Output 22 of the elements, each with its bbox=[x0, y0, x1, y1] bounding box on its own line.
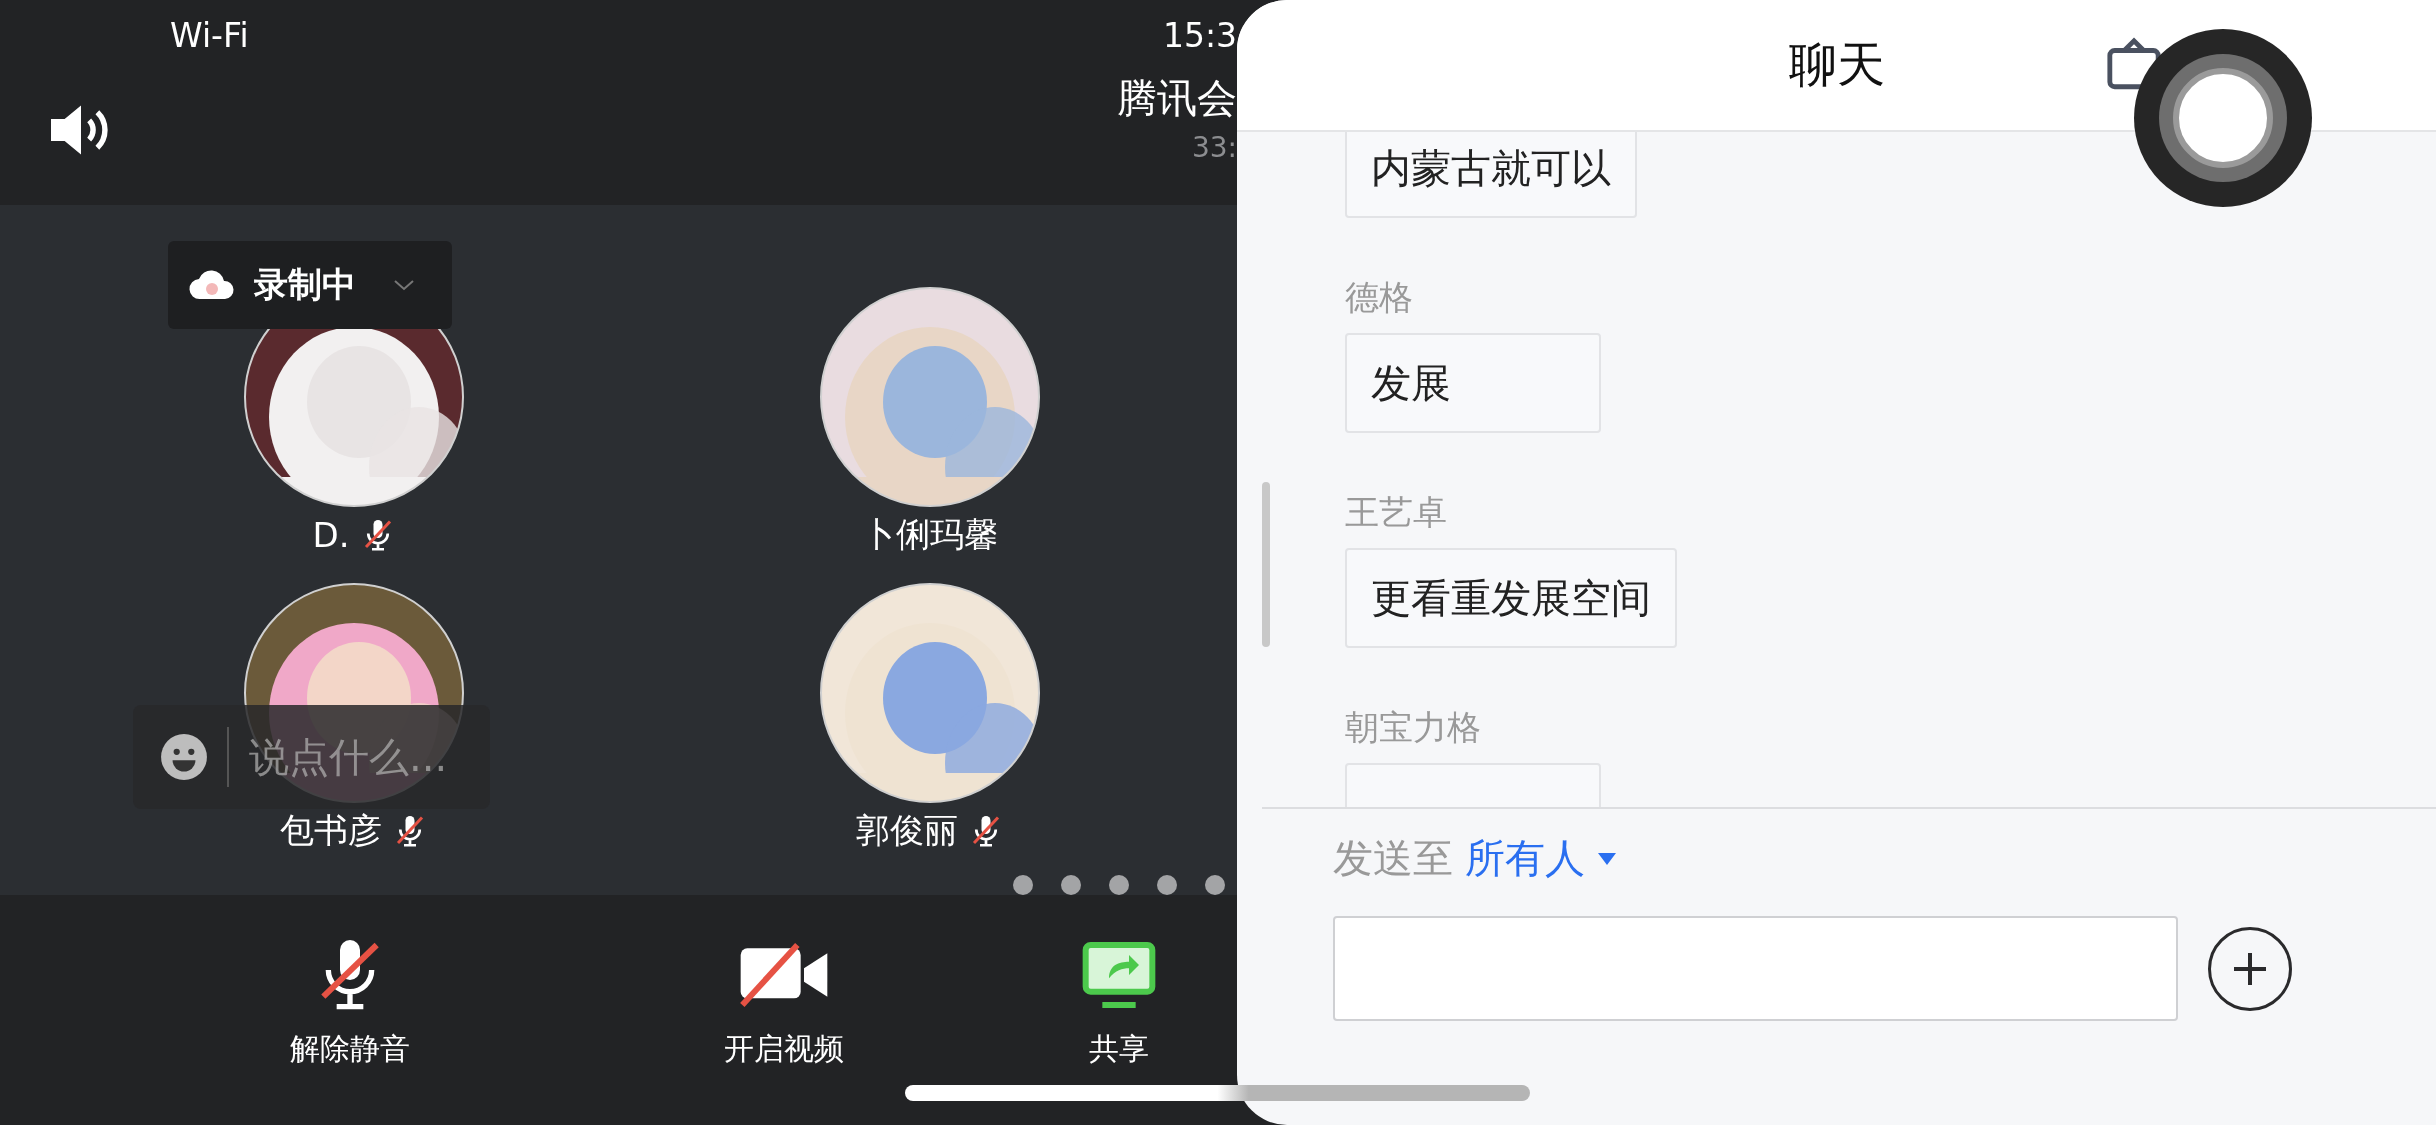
meeting-duration: 33: bbox=[1191, 130, 1237, 166]
message-bubble: 发展 bbox=[1345, 333, 1601, 433]
toolbar-button[interactable]: 解除静音 bbox=[133, 935, 567, 1125]
network-status: Wi-Fi bbox=[170, 15, 249, 55]
sender-name: 王艺卓 bbox=[1345, 491, 1447, 534]
recording-indicator[interactable]: 录制中 bbox=[168, 241, 452, 329]
meeting-title: 腾讯会 bbox=[1117, 74, 1237, 123]
participant-name: 卜俐玛馨 bbox=[862, 513, 998, 556]
sender-name: 朝宝力格 bbox=[1345, 706, 1481, 749]
participant-name: 郭俊丽 bbox=[856, 809, 958, 852]
send-to-label: 发送至 bbox=[1333, 834, 1453, 883]
chat-title: 聊天 bbox=[1788, 35, 1885, 94]
clock-time: 15:3 bbox=[1162, 15, 1237, 55]
recipient-selector[interactable]: 所有人 bbox=[1465, 831, 1585, 886]
quick-chat-field[interactable]: 说点什么... bbox=[133, 705, 490, 809]
participant-name: 包书彦 bbox=[280, 809, 382, 852]
sender-name: 德格 bbox=[1345, 276, 1413, 319]
quick-chat-input[interactable]: 说点什么... bbox=[247, 733, 471, 781]
participant-name: D. bbox=[312, 515, 350, 555]
message-bubble: 内蒙古就可以 bbox=[1345, 132, 1637, 218]
toolbar-button[interactable]: 共享 bbox=[1001, 935, 1237, 1125]
message-bubble: 更看重发展空间 bbox=[1345, 548, 1677, 648]
